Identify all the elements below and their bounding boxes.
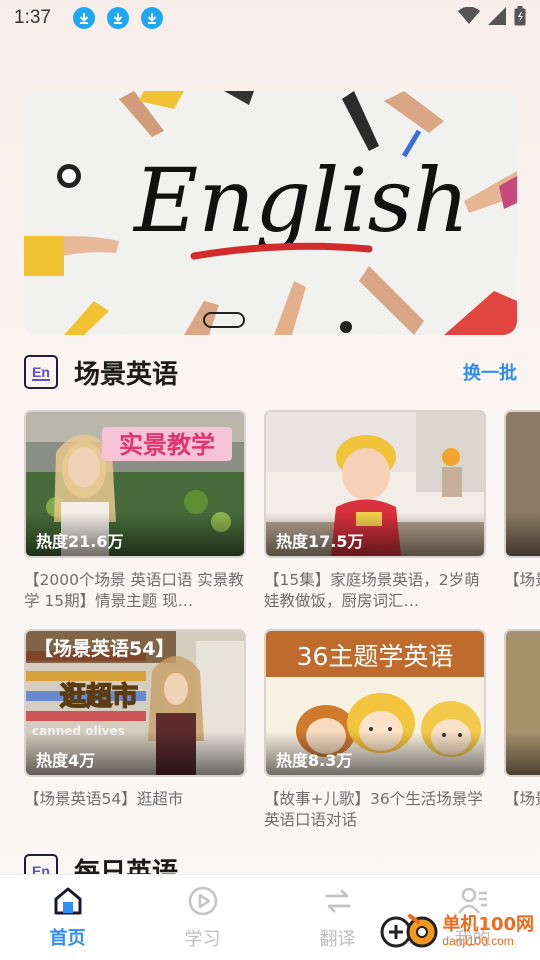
video-thumbnail: 热度17.5万 <box>264 410 486 558</box>
video-card-partial[interactable]: 【场景英语 <box>504 629 540 831</box>
home-icon <box>53 886 83 920</box>
section-title: 场景英语 <box>74 359 179 390</box>
video-title: 【2000个场景 英语口语 实景教学 15期】情景主题 现… <box>24 571 244 610</box>
video-thumbnail <box>504 629 540 777</box>
status-time: 1:37 <box>14 7 51 28</box>
section-header-scene-english: En 场景英语 换一批 <box>24 352 517 392</box>
thumbnail-overlay-text: 实景教学 <box>119 431 215 459</box>
video-title: 【15集】家庭场景英语，2岁萌娃教做饭，厨房词汇… <box>264 571 480 610</box>
watermark-url: danji100.com <box>442 934 514 949</box>
signal-icon <box>488 7 506 29</box>
watermark-logo-icon <box>380 910 438 954</box>
video-thumbnail: 【场景英语54】 逛超市 canned olives 热度4万 <box>24 629 246 777</box>
status-bar: 1:37 <box>0 0 540 36</box>
english-banner[interactable]: English <box>24 91 517 335</box>
video-thumbnail: 36主题学英语 热度8.3万 <box>264 629 486 777</box>
heat-count: 热度8.3万 <box>266 731 484 775</box>
video-title: 【故事+儿歌】36个生活场景学英语口语对话 <box>264 790 483 829</box>
cards-row-2: 【场景英语54】 逛超市 canned olives 热度4万 【场景英语54】… <box>24 629 540 839</box>
thumbnail-overlay-subtext: 逛超市 <box>60 681 138 712</box>
play-circle-icon <box>187 885 219 921</box>
video-title: 【场景英语 <box>504 571 540 589</box>
battery-icon <box>514 6 526 30</box>
cards-row-1: 实景教学 热度21.6万 【2000个场景 英语口语 实景教学 15期】情景主题… <box>24 410 540 620</box>
site-watermark: 单机100网 danji100.com <box>380 910 534 954</box>
video-card[interactable]: 36主题学英语 热度8.3万 【故事+儿歌】36个生活场景学英语口语对话 <box>264 629 486 831</box>
tab-label: 学习 <box>184 928 221 950</box>
watermark-name: 单机100网 <box>442 914 534 936</box>
video-card[interactable]: 实景教学 热度21.6万 【2000个场景 英语口语 实景教学 15期】情景主题… <box>24 410 246 612</box>
tab-label: 翻译 <box>319 928 356 950</box>
download-icon <box>72 7 95 29</box>
thumbnail-overlay-text: 【场景英语54】 <box>34 637 174 660</box>
video-card[interactable]: 【场景英语54】 逛超市 canned olives 热度4万 【场景英语54】… <box>24 629 246 831</box>
wifi-icon <box>458 6 480 29</box>
en-logo-icon: En <box>24 355 58 389</box>
download-icon <box>140 7 163 29</box>
video-thumbnail: 实景教学 热度21.6万 <box>24 410 246 558</box>
banner-english-text: English <box>132 149 469 252</box>
tab-label: 首页 <box>49 927 86 949</box>
refresh-batch-button[interactable]: 换一批 <box>463 359 517 385</box>
swap-icon <box>322 885 354 921</box>
video-title: 【场景英语 <box>504 790 540 808</box>
video-card-partial[interactable]: 【场景英语 <box>504 410 540 612</box>
video-thumbnail <box>504 410 540 558</box>
thumbnail-overlay-text: 36主题学英语 <box>297 642 454 671</box>
heat-count: 热度17.5万 <box>266 512 484 556</box>
heat-count: 热度21.6万 <box>26 512 244 556</box>
heat-count: 热度4万 <box>26 731 244 775</box>
tab-home[interactable]: 首页 <box>0 875 135 960</box>
tab-study[interactable]: 学习 <box>135 875 270 960</box>
video-title: 【场景英语54】逛超市 <box>24 790 184 808</box>
video-card[interactable]: 热度17.5万 【15集】家庭场景英语，2岁萌娃教做饭，厨房词汇… <box>264 410 486 612</box>
download-icon <box>106 7 129 29</box>
